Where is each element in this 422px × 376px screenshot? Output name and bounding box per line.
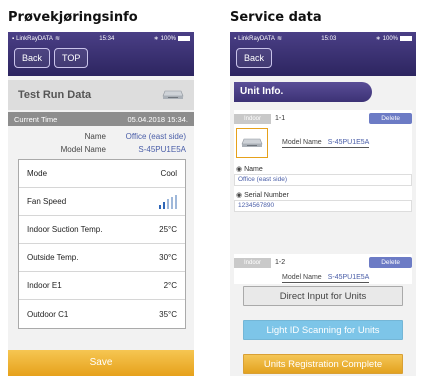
model-row: Model Name S-45PU1E5A <box>282 138 370 148</box>
signal-icon: ▪ <box>12 35 15 42</box>
app-header: ▪ LinkRayDATA ≋ 15:34 ∗ 100% Back TOP <box>8 32 194 76</box>
table-row: Fan Speed <box>19 188 185 216</box>
bluetooth-icon: ∗ <box>153 36 159 42</box>
table-row: Indoor E1 2°C <box>19 272 185 300</box>
row-value: 35°C <box>159 309 177 319</box>
status-time: 15:34 <box>99 35 115 42</box>
unit-id: 1-1 <box>275 115 286 122</box>
light-id-scan-button[interactable]: Light ID Scanning for Units <box>243 320 403 340</box>
row-label: Outdoor C1 <box>27 309 69 319</box>
row-label: Fan Speed <box>27 197 67 206</box>
page-title-bar: Test Run Data <box>8 80 194 110</box>
unit-card-1-2: Indoor 1-2 Delete Model Name S-45PU1E5A <box>234 254 412 284</box>
signal-icon: ▪ <box>234 35 237 42</box>
name-field[interactable]: Office (east side) <box>234 174 412 186</box>
back-button[interactable]: Back <box>236 48 273 68</box>
serial-label: Serial Number <box>244 192 289 199</box>
caption-left: Prøvekjøringsinfo <box>8 10 138 25</box>
wifi-icon: ≋ <box>54 36 60 42</box>
model-row: Model Name S-45PU1E5A <box>8 141 194 154</box>
indoor-tag: Indoor <box>234 257 272 268</box>
name-row: Name Office (east side) <box>8 128 194 141</box>
top-button[interactable]: TOP <box>54 48 89 68</box>
indoor-tag: Indoor <box>234 113 272 124</box>
delete-button[interactable]: Delete <box>369 257 412 268</box>
current-time-bar: Current Time 05.04.2018 15:34. <box>8 112 194 126</box>
table-row: Outdoor C1 35°C <box>19 300 185 328</box>
service-data-screen: ▪ LinkRayDATA ≋ 15:03 ∗ 100% Back Unit I… <box>230 32 416 376</box>
app-header: ▪ LinkRayDATA ≋ 15:03 ∗ 100% Back <box>230 32 416 76</box>
nav-row: Back TOP <box>8 45 194 71</box>
row-value: 2°C <box>163 281 177 290</box>
page-title: Test Run Data <box>18 89 92 101</box>
row-value: 30°C <box>159 253 177 262</box>
battery-icon <box>178 36 190 41</box>
unit-photo[interactable] <box>236 270 268 284</box>
row-label: Indoor Suction Temp. <box>27 225 103 234</box>
serial-number-field[interactable]: 1234567890 <box>234 200 412 212</box>
carrier-label: LinkRayDATA <box>16 35 53 42</box>
caption-right: Service data <box>230 10 322 25</box>
air-conditioner-icon <box>241 138 263 147</box>
battery-icon <box>400 36 412 41</box>
table-row: Mode Cool <box>19 160 185 188</box>
status-bar: ▪ LinkRayDATA ≋ 15:34 ∗ 100% <box>8 32 194 45</box>
status-bar: ▪ LinkRayDATA ≋ 15:03 ∗ 100% <box>230 32 416 45</box>
direct-input-button[interactable]: Direct Input for Units <box>243 286 403 306</box>
status-time: 15:03 <box>321 35 337 42</box>
name-label: Name <box>244 166 263 173</box>
model-value: S-45PU1E5A <box>327 273 370 281</box>
model-label: Model Name <box>282 273 322 281</box>
save-button[interactable]: Save <box>8 350 194 376</box>
row-label: Mode <box>27 169 48 178</box>
wifi-icon: ≋ <box>276 36 282 42</box>
back-button[interactable]: Back <box>14 48 51 68</box>
battery-percent: 100% <box>382 35 398 42</box>
row-label: Outside Temp. <box>27 253 79 262</box>
battery-percent: 100% <box>160 35 176 42</box>
row-value: Cool <box>160 169 177 178</box>
current-time-label: Current Time <box>14 114 58 124</box>
model-label: Model Name <box>282 138 322 146</box>
table-row: Indoor Suction Temp. 25°C <box>19 216 185 244</box>
table-row: Outside Temp. 30°C <box>19 244 185 272</box>
test-run-table: Mode Cool Fan Speed Indoor Suction Temp.… <box>18 159 186 329</box>
fan-speed-icon <box>159 194 177 209</box>
registration-complete-button[interactable]: Units Registration Complete <box>243 354 403 374</box>
section-title: Unit Info. <box>234 82 372 102</box>
unit-id: 1-2 <box>275 259 286 266</box>
delete-button[interactable]: Delete <box>369 113 412 124</box>
row-value: 25°C <box>159 225 177 234</box>
name-value: Office (east side) <box>125 132 186 141</box>
current-time-value: 05.04.2018 15:34. <box>127 114 188 124</box>
radio-icon: ◉ <box>236 166 243 173</box>
test-run-screen: ▪ LinkRayDATA ≋ 15:34 ∗ 100% Back TOP Te… <box>8 32 194 376</box>
model-label: Model Name <box>60 145 106 154</box>
unit-card-1-1: Indoor 1-1 Delete Model Name S-45PU1E5A … <box>234 110 412 212</box>
model-row: Model Name S-45PU1E5A <box>282 273 370 283</box>
nav-row: Back <box>230 45 416 71</box>
carrier-label: LinkRayDATA <box>238 35 275 42</box>
model-value: S-45PU1E5A <box>138 145 186 154</box>
radio-icon: ◉ <box>236 192 243 199</box>
air-conditioner-icon <box>162 90 184 99</box>
bluetooth-icon: ∗ <box>375 36 381 42</box>
unit-photo[interactable] <box>236 128 268 158</box>
model-value: S-45PU1E5A <box>327 138 370 146</box>
name-label: Name <box>84 132 106 141</box>
row-label: Indoor E1 <box>27 281 62 290</box>
